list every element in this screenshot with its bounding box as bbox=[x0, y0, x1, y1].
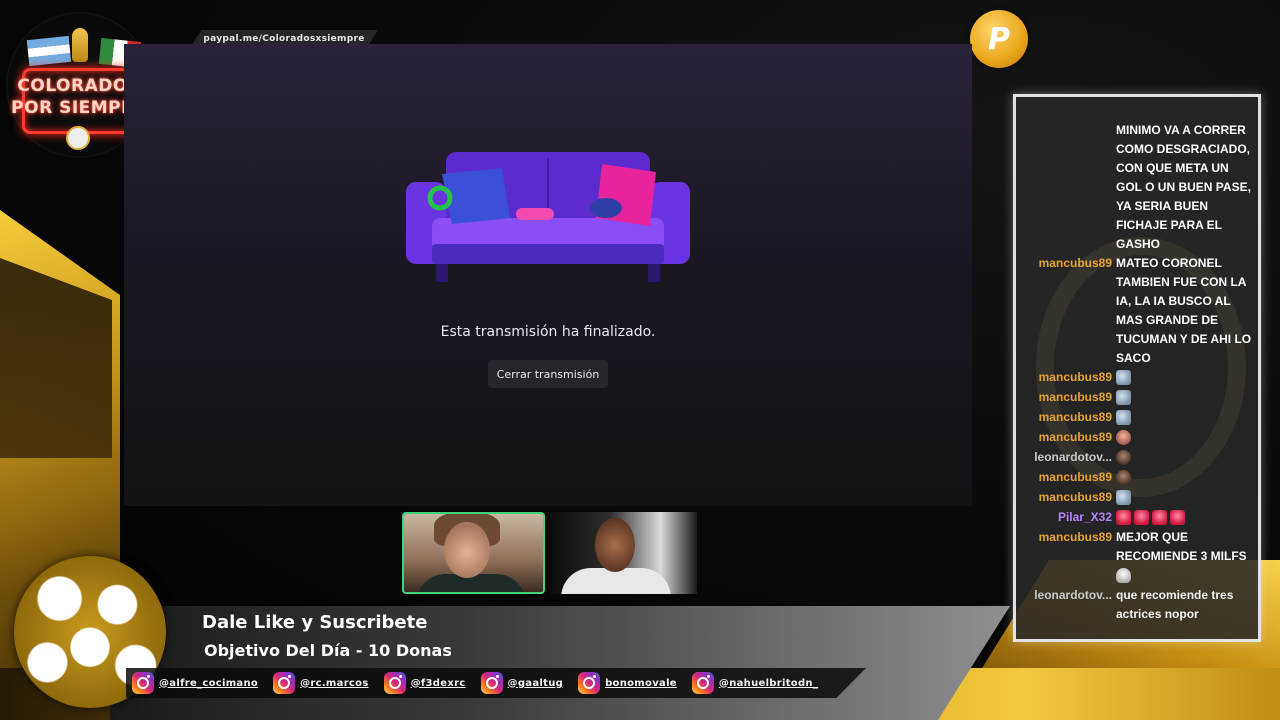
siren-emote-icon bbox=[1134, 510, 1149, 526]
social-link[interactable]: @gaaltug bbox=[480, 672, 564, 694]
chat-username[interactable]: mancubus89 bbox=[1020, 468, 1112, 487]
chat-username[interactable]: mancubus89 bbox=[1020, 428, 1112, 447]
lower-third-subtitle: Objetivo Del Día - 10 Donas bbox=[204, 641, 452, 660]
chat-username[interactable]: Pilar_X32 bbox=[1020, 508, 1112, 527]
face-emote-icon bbox=[1116, 470, 1131, 486]
paypal-icon: P bbox=[970, 10, 1028, 68]
instagram-icon bbox=[691, 672, 714, 694]
face-emote-icon bbox=[1116, 430, 1131, 446]
chat-username[interactable]: mancubus89 bbox=[1020, 528, 1112, 547]
social-link[interactable]: @alfre_cocimano bbox=[132, 672, 258, 694]
chat-message-text: MINIMO VA A CORRER COMO DESGRACIADO, CON… bbox=[1116, 123, 1251, 251]
social-handle[interactable]: @rc.marcos bbox=[300, 678, 369, 689]
stream-ended-message: Esta transmisión ha finalizado. bbox=[440, 324, 656, 340]
sofa-illustration bbox=[406, 152, 690, 282]
bird-emote-icon bbox=[1116, 490, 1131, 506]
microphone-icon bbox=[72, 28, 88, 62]
instagram-icon bbox=[578, 672, 601, 694]
siren-emote-icon bbox=[1116, 510, 1131, 526]
social-links: @alfre_cocimano @rc.marcos @f3dexrc @gaa… bbox=[132, 672, 833, 694]
social-handle[interactable]: @alfre_cocimano bbox=[159, 678, 258, 689]
chat-username[interactable]: mancubus89 bbox=[1020, 408, 1112, 427]
chat-username[interactable]: leonardotov... bbox=[1020, 586, 1112, 605]
argentina-flag-icon bbox=[26, 35, 72, 67]
chat-username[interactable]: mancubus89 bbox=[1020, 388, 1112, 407]
lower-third-title: Dale Like y Suscribete bbox=[202, 612, 428, 633]
siren-emote-icon bbox=[1152, 510, 1167, 526]
ghost-emote-icon bbox=[1116, 568, 1131, 584]
chat-message-text: MEJOR QUE RECOMIENDE 3 MILFS bbox=[1116, 528, 1252, 585]
social-handle[interactable]: bonomovale bbox=[605, 678, 677, 689]
instagram-icon bbox=[132, 672, 154, 694]
webcam-feed-1[interactable] bbox=[402, 512, 545, 594]
bird-emote-icon bbox=[1116, 370, 1131, 386]
chat-message-text: MATEO CORONEL TAMBIEN FUE CON LA IA, LA … bbox=[1116, 256, 1252, 365]
social-link[interactable]: @rc.marcos bbox=[273, 672, 369, 694]
social-handle[interactable]: @gaaltug bbox=[508, 678, 564, 689]
instagram-icon bbox=[480, 672, 503, 694]
chat-username[interactable]: mancubus89 bbox=[1020, 368, 1112, 387]
social-link[interactable]: @nahuelbritodn_ bbox=[691, 672, 818, 694]
social-handle[interactable]: @f3dexrc bbox=[411, 678, 466, 689]
chat-message-text: que recomiende tres actrices nopor bbox=[1116, 588, 1234, 621]
chat-username[interactable]: mancubus89 bbox=[1020, 488, 1112, 507]
bird-emote-icon bbox=[1116, 390, 1131, 406]
instagram-icon bbox=[383, 672, 406, 694]
bird-emote-icon bbox=[1116, 410, 1131, 426]
webcam-feed-2[interactable] bbox=[551, 512, 697, 594]
close-stream-button[interactable]: Cerrar transmisión bbox=[488, 360, 608, 388]
participant-face bbox=[444, 522, 490, 578]
chat-panel[interactable]: MINIMO VA A CORRER COMO DESGRACIADO, CON… bbox=[1013, 94, 1261, 642]
chat-username[interactable]: leonardotov... bbox=[1020, 448, 1112, 467]
chat-username[interactable]: mancubus89 bbox=[1020, 254, 1112, 273]
face-emote-icon bbox=[1116, 450, 1131, 466]
stream-overlay: COLORADOS POR SIEMPRE paypal.me/Colorado… bbox=[0, 0, 1280, 720]
siren-emote-icon bbox=[1170, 510, 1185, 526]
social-link[interactable]: bonomovale bbox=[578, 672, 677, 694]
stream-player: Esta transmisión ha finalizado. Cerrar t… bbox=[124, 44, 972, 506]
instagram-icon bbox=[273, 672, 296, 694]
social-handle[interactable]: @nahuelbritodn_ bbox=[719, 678, 818, 689]
soccer-ball-icon bbox=[66, 126, 90, 150]
social-link[interactable]: @f3dexrc bbox=[383, 672, 466, 694]
participant-face bbox=[595, 518, 635, 572]
